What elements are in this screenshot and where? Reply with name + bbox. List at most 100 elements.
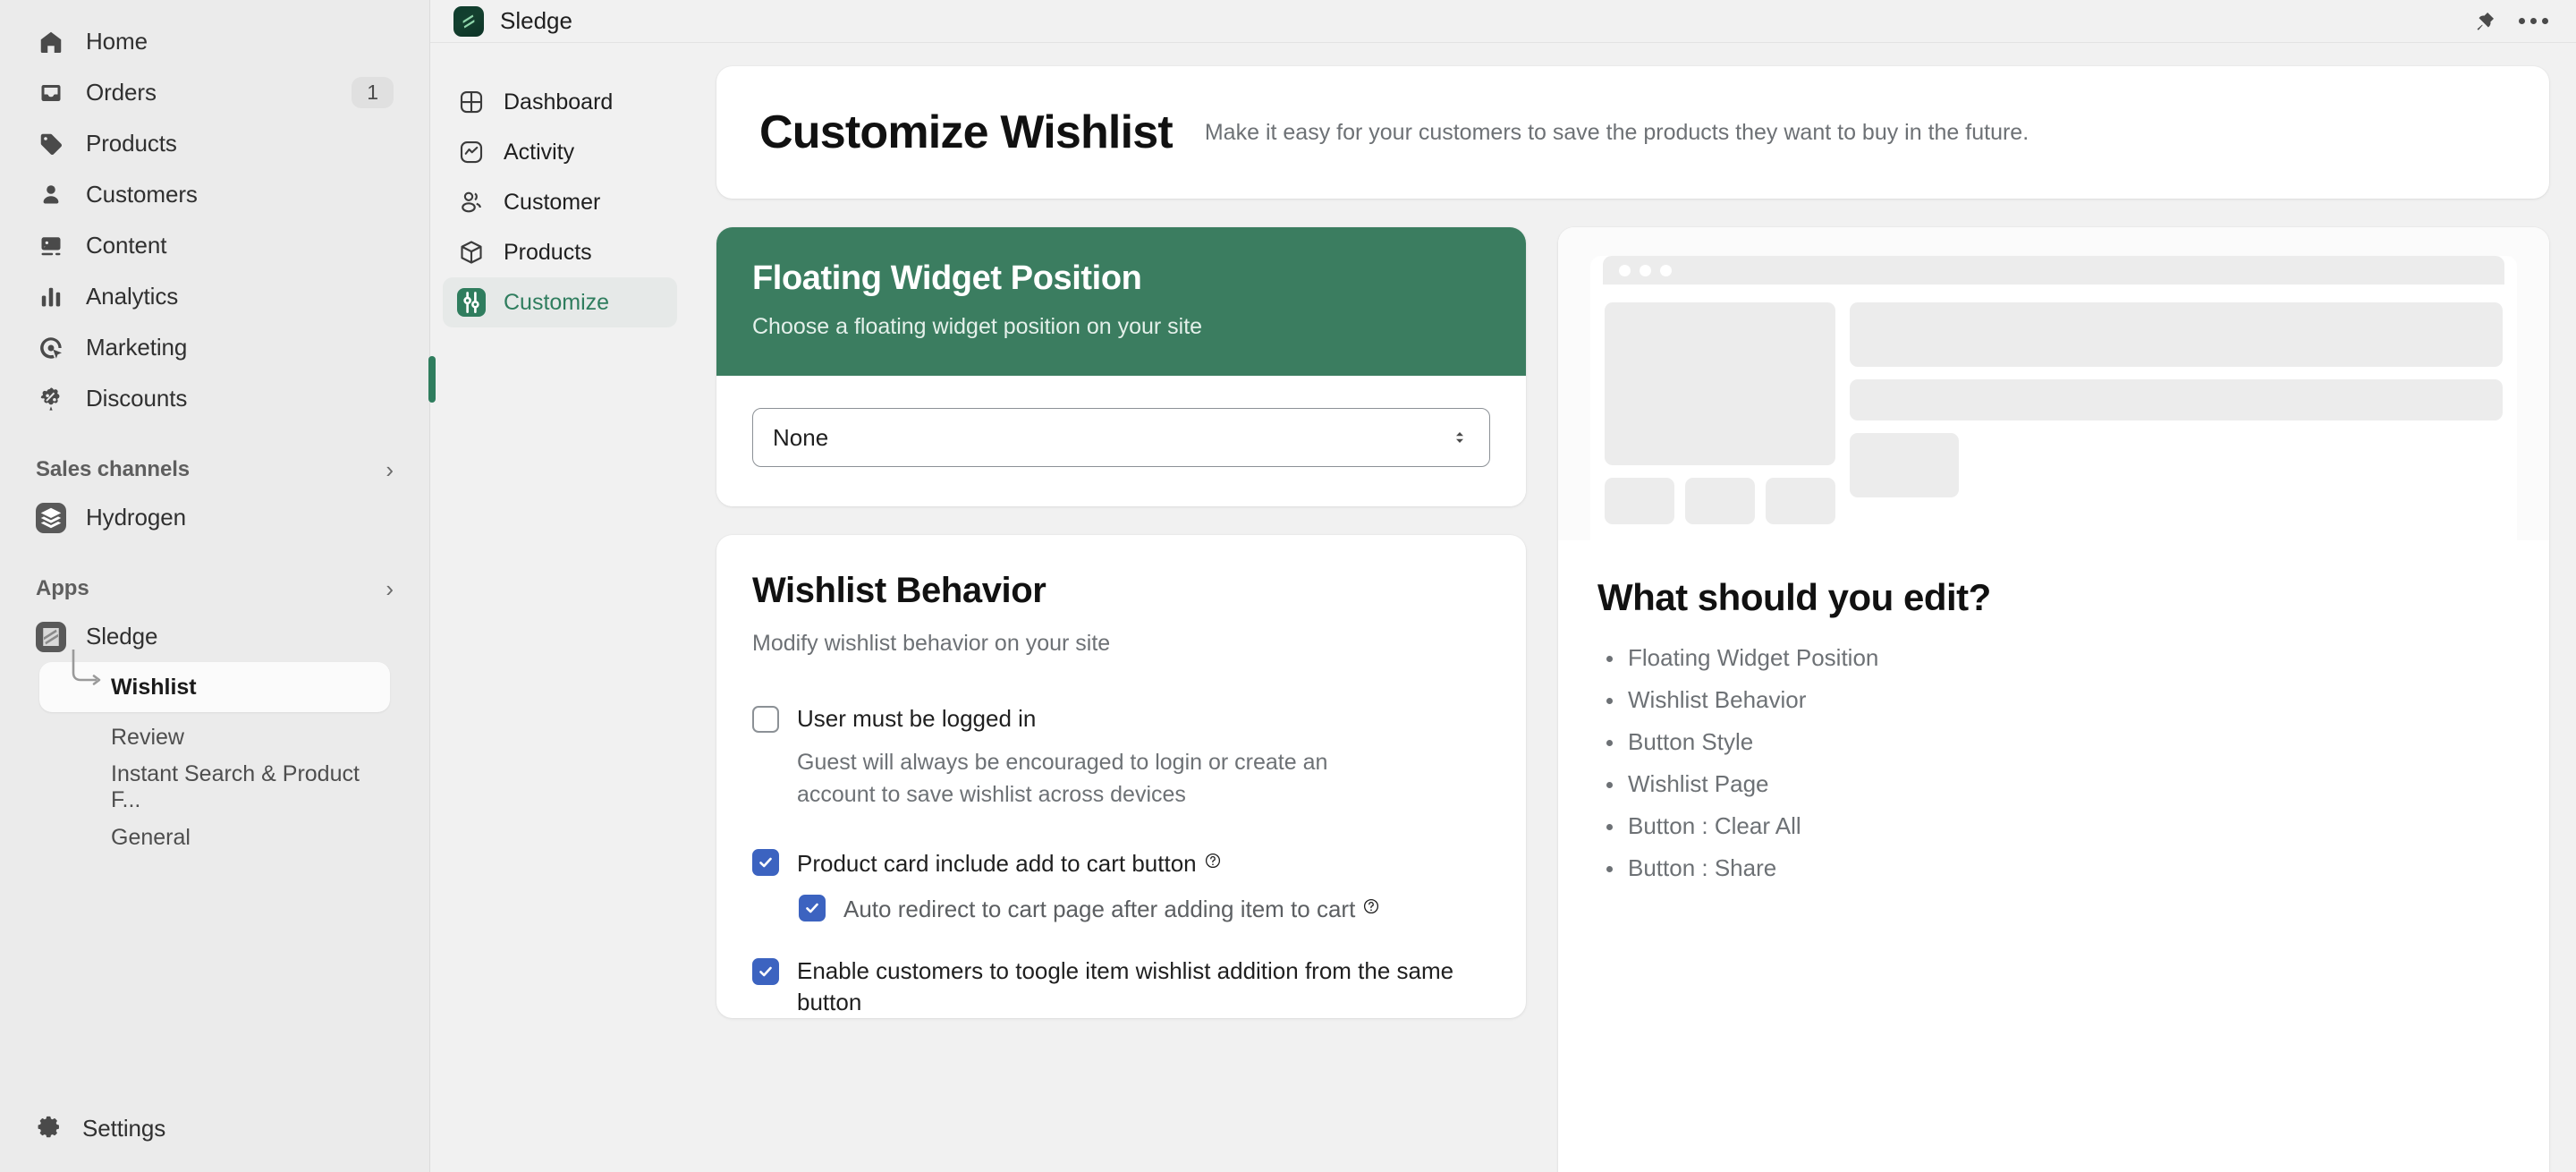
app-nav-products[interactable]: Products [443, 227, 677, 277]
sidebar-item-label: Discounts [86, 385, 188, 412]
app-nav-customer[interactable]: Customer [443, 177, 677, 227]
mock-dot [1640, 264, 1651, 276]
app-nav-menu: Dashboard Activity Customer Products Cus… [428, 43, 690, 1172]
checkbox-toggle-wishlist-same-button[interactable] [752, 958, 779, 986]
more-horizontal-icon[interactable] [2515, 4, 2551, 39]
sidebar-item-label: Settings [82, 1114, 166, 1142]
mock-row-1 [1605, 302, 2503, 524]
page-header-card: Customize Wishlist Make it easy for your… [716, 66, 2549, 199]
list-item: Button : Clear All [1597, 814, 2510, 856]
apps-list: Sledge Wishlist Review Instant Search & … [0, 611, 429, 862]
checkbox-user-must-be-logged-in[interactable] [752, 706, 779, 733]
sales-channels-section[interactable]: Sales channels › [0, 447, 429, 492]
hydrogen-logo [36, 502, 66, 533]
list-item: Wishlist Behavior [1597, 688, 2510, 730]
sidebar-item-label: Sledge [86, 623, 158, 650]
help-question-icon[interactable] [1204, 846, 1222, 878]
mock-dot [1660, 264, 1672, 276]
home-icon [36, 27, 66, 57]
floating-widget-header: Floating Widget Position Choose a floati… [716, 227, 1526, 376]
sidebar-item-review[interactable]: Review [39, 712, 390, 762]
mock-block [1605, 478, 1674, 524]
sidebar-item-content[interactable]: Content [20, 220, 410, 271]
checkbox-product-card-add-to-cart[interactable] [752, 849, 779, 877]
sidebar-item-label: Customers [86, 181, 198, 208]
help-question-icon[interactable] [1362, 892, 1380, 923]
orders-badge: 1 [352, 76, 394, 109]
app-topbar: Sledge [430, 0, 2576, 43]
content-columns: Floating Widget Position Choose a floati… [716, 227, 2549, 1172]
app-title: Sledge [500, 7, 572, 34]
floating-widget-position-select[interactable]: None [752, 408, 1490, 467]
chevron-right-icon: › [386, 456, 394, 483]
mock-col-right [1850, 302, 2503, 524]
app-root: Home Orders 1 Products Customers Content… [0, 0, 2576, 1172]
preview-card: What should you edit? Floating Widget Po… [1558, 227, 2549, 1172]
chevron-right-icon: › [386, 575, 394, 602]
mock-block [1685, 478, 1755, 524]
customize-sliders-icon [457, 288, 486, 317]
app-nav-label: Activity [504, 139, 575, 165]
list-item: Floating Widget Position [1597, 646, 2510, 688]
sidebar-item-instant-search[interactable]: Instant Search & Product F... [39, 761, 390, 812]
option-row-logged-in[interactable]: User must be logged in [752, 703, 1490, 735]
customers-person-icon [36, 180, 66, 210]
sidebar-item-hydrogen[interactable]: Hydrogen [20, 492, 410, 543]
app-nav-activity[interactable]: Activity [443, 127, 677, 177]
sidebar-item-customers[interactable]: Customers [20, 169, 410, 220]
hydrogen-app-icon [36, 502, 66, 533]
list-item: Wishlist Page [1597, 772, 2510, 814]
sledge-brand-icon [453, 5, 484, 37]
option-help-logged-in: Guest will always be encouraged to login… [797, 750, 1328, 807]
app-nav-label: Products [504, 239, 592, 265]
option-label: Auto redirect to cart page after adding … [843, 892, 1380, 925]
wishlist-behavior-title: Wishlist Behavior [752, 571, 1046, 610]
sidebar-item-general[interactable]: General [39, 812, 390, 862]
select-value: None [773, 423, 829, 451]
sidebar-item-label: Home [86, 28, 148, 55]
sledge-app-icon [36, 621, 66, 652]
sales-channels-list: Hydrogen [0, 492, 429, 543]
sidebar-item-discounts[interactable]: Discounts [20, 373, 410, 424]
sidebar-item-label: Analytics [86, 283, 179, 310]
sidebar-item-wishlist[interactable]: Wishlist [39, 650, 390, 712]
active-accent-bar [428, 356, 436, 403]
sidebar-item-analytics[interactable]: Analytics [20, 271, 410, 322]
floating-widget-subtitle: Choose a floating widget position on you… [752, 314, 1203, 339]
more-dots [2518, 18, 2548, 24]
sidebar-item-orders[interactable]: Orders 1 [20, 67, 410, 118]
checkbox-auto-redirect-to-cart[interactable] [799, 895, 826, 922]
pin-icon[interactable] [2467, 4, 2503, 39]
apps-section[interactable]: Apps › [0, 566, 429, 611]
apps-label: Apps [36, 576, 89, 600]
floating-widget-body: None [716, 376, 1526, 506]
frame-body: Dashboard Activity Customer Products Cus… [428, 43, 2576, 1172]
list-item: Button : Share [1597, 856, 2510, 898]
option-row-auto-redirect[interactable]: Auto redirect to cart page after adding … [799, 892, 1490, 925]
sidebar-item-settings[interactable]: Settings [20, 1102, 410, 1154]
mock-block [1850, 379, 2503, 420]
option-label: Product card include add to cart button [797, 846, 1222, 879]
sidebar-item-products[interactable]: Products [20, 118, 410, 169]
page-title: Customize Wishlist [759, 106, 1174, 158]
sidebar-item-marketing[interactable]: Marketing [20, 322, 410, 373]
mock-block [1850, 302, 2503, 367]
sidebar-item-label: Instant Search & Product F... [111, 761, 360, 812]
option-label: User must be logged in [797, 705, 1037, 732]
app-nav-dashboard[interactable]: Dashboard [443, 77, 677, 127]
mock-block [1850, 433, 1959, 497]
option-row-toggle-same-button[interactable]: Enable customers to toogle item wishlist… [752, 955, 1490, 1018]
wishlist-behavior-subtitle: Modify wishlist behavior on your site [752, 631, 1111, 656]
customer-group-icon [457, 188, 486, 217]
products-cube-icon [457, 238, 486, 267]
products-tag-icon [36, 129, 66, 159]
sidebar-item-label: General [111, 824, 191, 850]
app-nav-label: Customize [504, 289, 610, 315]
app-nav-customize[interactable]: Customize [443, 277, 677, 327]
sidebar-item-home[interactable]: Home [20, 16, 410, 67]
app-nav-label: Dashboard [504, 89, 614, 115]
dashboard-grid-icon [457, 88, 486, 116]
app-canvas: Customize Wishlist Make it easy for your… [690, 43, 2576, 1172]
option-row-add-to-cart[interactable]: Product card include add to cart button [752, 846, 1490, 879]
mock-titlebar [1603, 256, 2504, 285]
